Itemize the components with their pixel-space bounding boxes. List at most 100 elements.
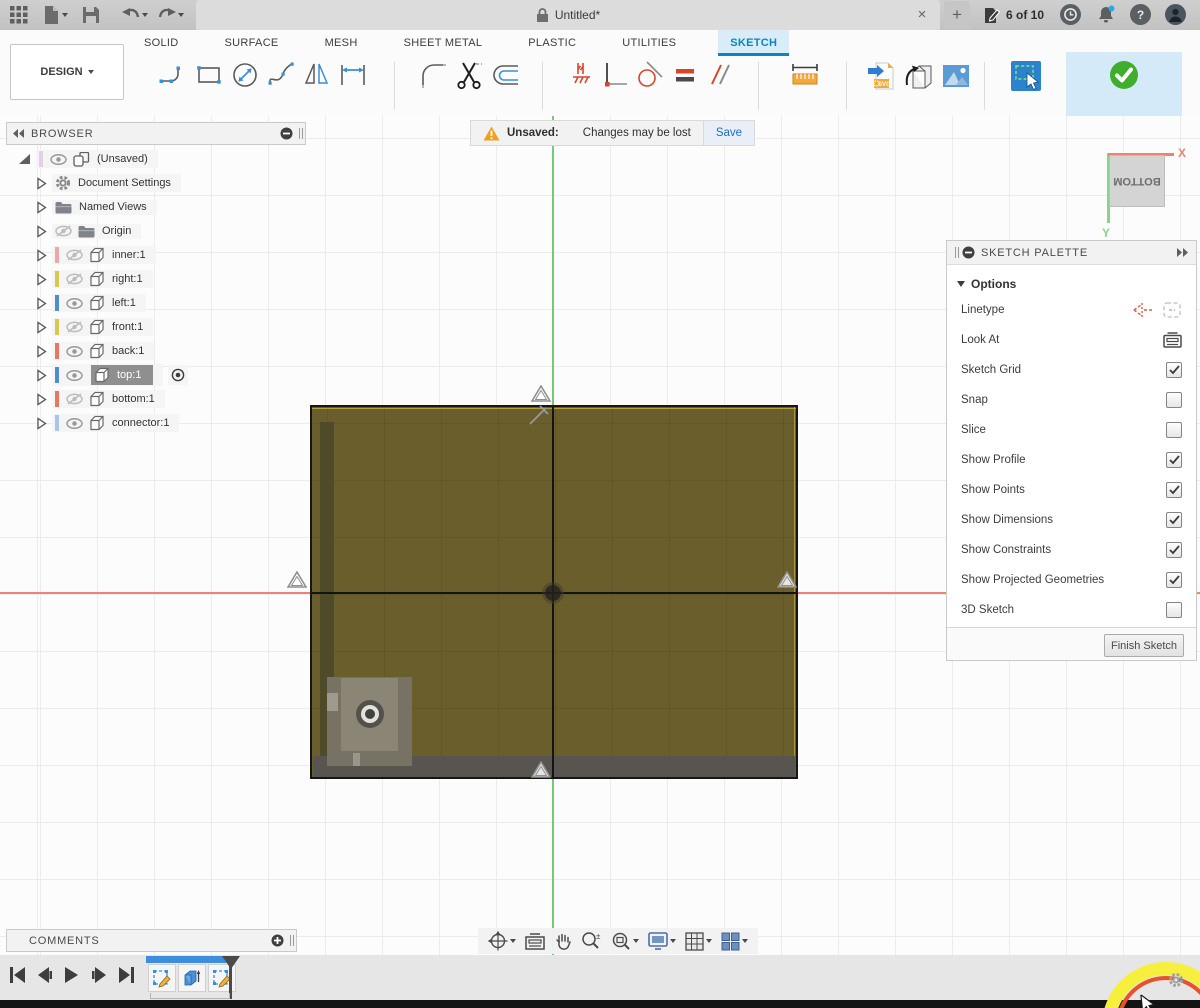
- visibility-off-icon[interactable]: [66, 393, 83, 405]
- visibility-off-icon[interactable]: [66, 273, 83, 285]
- checkbox-snap[interactable]: [1166, 392, 1182, 408]
- dimension-tool-icon[interactable]: [338, 60, 368, 90]
- visibility-on-icon[interactable]: [66, 298, 83, 309]
- palette-grip[interactable]: [955, 247, 956, 258]
- equal-constraint-icon[interactable]: [671, 60, 699, 90]
- visibility-on-icon[interactable]: [66, 370, 83, 381]
- collapse-right-icon[interactable]: [1176, 248, 1188, 257]
- view-cube[interactable]: BOTTOM X Y: [1088, 140, 1198, 240]
- sketch-palette-header[interactable]: SKETCH PALETTE: [947, 241, 1196, 265]
- tab-sheet-metal[interactable]: SHEET METAL: [400, 30, 487, 56]
- go-to-end-icon[interactable]: [119, 967, 134, 983]
- browser-item-document-settings[interactable]: Document Settings: [0, 172, 320, 194]
- expand-caret-icon[interactable]: [36, 369, 47, 382]
- browser-row-box[interactable]: left:1: [52, 294, 146, 312]
- browser-row-box[interactable]: Document Settings: [52, 174, 181, 192]
- look-at-icon[interactable]: [1163, 332, 1182, 348]
- expand-caret-icon[interactable]: [36, 177, 47, 190]
- insert-canvas-icon[interactable]: [941, 62, 971, 90]
- expand-caret-icon[interactable]: [36, 225, 47, 238]
- redo-icon[interactable]: [156, 4, 178, 26]
- tab-sketch[interactable]: SKETCH: [718, 30, 789, 56]
- close-tab-icon[interactable]: ×: [912, 4, 932, 24]
- browser-collapse-icon[interactable]: [280, 127, 293, 140]
- expand-caret-icon[interactable]: [36, 201, 47, 214]
- tab-surface[interactable]: SURFACE: [221, 30, 283, 56]
- tab-utilities[interactable]: UTILITIES: [618, 30, 680, 56]
- expand-caret-icon[interactable]: [36, 273, 47, 286]
- orbit-icon[interactable]: [488, 931, 516, 951]
- visibility-off-icon[interactable]: [66, 249, 83, 261]
- checkbox-sketch-grid[interactable]: [1166, 362, 1182, 378]
- workspace-selector[interactable]: DESIGN: [10, 44, 124, 100]
- zoom-icon[interactable]: ±: [581, 931, 602, 951]
- visibility-on-icon[interactable]: [66, 418, 83, 429]
- visibility-on-icon[interactable]: [50, 154, 67, 165]
- browser-item-named-views[interactable]: Named Views: [0, 196, 320, 218]
- expand-caret-icon[interactable]: [36, 417, 47, 430]
- palette-collapse-icon[interactable]: [962, 246, 975, 259]
- fit-icon[interactable]: [611, 931, 639, 951]
- save-link[interactable]: Save: [703, 121, 754, 145]
- activate-component-icon[interactable]: [171, 368, 185, 382]
- sketch-profile[interactable]: [310, 405, 798, 779]
- browser-item-front-1[interactable]: front:1: [0, 316, 320, 338]
- expand-caret-icon[interactable]: [36, 345, 47, 358]
- grid-settings-icon[interactable]: [685, 932, 712, 951]
- browser-item-back-1[interactable]: back:1: [0, 340, 320, 362]
- timeline-feature-extrude-2[interactable]: [178, 964, 206, 992]
- avatar[interactable]: [1165, 4, 1186, 25]
- tangent-constraint-icon[interactable]: [635, 60, 665, 90]
- document-tab[interactable]: Untitled* ×: [196, 0, 940, 30]
- viewcube-face[interactable]: BOTTOM: [1109, 155, 1165, 207]
- checkbox-show-dimensions[interactable]: [1166, 512, 1182, 528]
- job-status[interactable]: 6 of 10: [984, 0, 1044, 30]
- collapse-left-icon[interactable]: [13, 129, 25, 138]
- options-section-header[interactable]: Options: [957, 277, 1196, 291]
- browser-header[interactable]: BROWSER: [6, 122, 306, 145]
- expand-caret-icon[interactable]: [36, 393, 47, 406]
- add-comment-icon[interactable]: [271, 934, 284, 947]
- insert-svg-icon[interactable]: SVG: [865, 60, 897, 92]
- finish-sketch-button[interactable]: Finish Sketch: [1104, 634, 1184, 657]
- vertical-horizontal-constraint-icon[interactable]: [601, 60, 629, 90]
- browser-row-box[interactable]: right:1: [52, 270, 153, 288]
- tab-solid[interactable]: SOLID: [140, 30, 183, 56]
- browser-row-box[interactable]: connector:1: [52, 414, 179, 432]
- browser-row-box[interactable]: back:1: [52, 342, 154, 360]
- browser-row-box[interactable]: inner:1: [52, 246, 156, 264]
- selected-item-box[interactable]: top:1: [91, 365, 153, 385]
- browser-item--unsaved-[interactable]: (Unsaved): [0, 148, 320, 170]
- browser-row-box[interactable]: Origin: [52, 224, 141, 239]
- centerline-linetype-icon[interactable]: [1162, 301, 1182, 319]
- finish-sketch-icon[interactable]: [1107, 58, 1141, 92]
- browser-item-bottom-1[interactable]: bottom:1: [0, 388, 320, 410]
- parallel-constraint-icon[interactable]: [705, 60, 735, 90]
- browser-grip[interactable]: [299, 128, 300, 139]
- tab-mesh[interactable]: MESH: [321, 30, 362, 56]
- construction-linetype-icon[interactable]: [1132, 301, 1154, 319]
- display-caret[interactable]: [670, 939, 676, 943]
- visibility-off-icon[interactable]: [55, 225, 72, 237]
- connector-body[interactable]: [327, 677, 412, 766]
- mirror-tool-icon[interactable]: [302, 60, 332, 90]
- undo-caret[interactable]: [142, 13, 148, 17]
- fit-caret[interactable]: [633, 939, 639, 943]
- redo-caret[interactable]: [178, 13, 184, 17]
- checkbox-show-profile[interactable]: [1166, 452, 1182, 468]
- play-icon[interactable]: [65, 967, 79, 983]
- go-to-start-icon[interactable]: [10, 967, 25, 983]
- step-forward-icon[interactable]: [92, 967, 106, 983]
- browser-row-box[interactable]: front:1: [52, 318, 153, 336]
- browser-row-box[interactable]: (Unsaved): [36, 150, 158, 168]
- look-at-icon[interactable]: [525, 933, 545, 950]
- notifications-bell-icon[interactable]: [1095, 4, 1116, 25]
- browser-row-box[interactable]: top:1: [52, 364, 163, 386]
- timeline-feature-sketch-1[interactable]: [148, 964, 176, 992]
- browser-item-connector-1[interactable]: connector:1: [0, 412, 320, 434]
- checkbox-slice[interactable]: [1166, 422, 1182, 438]
- browser-item-origin[interactable]: Origin: [0, 220, 320, 242]
- expand-caret-icon[interactable]: [36, 249, 47, 262]
- app-grid-icon[interactable]: [8, 4, 30, 26]
- pan-icon[interactable]: [554, 932, 572, 951]
